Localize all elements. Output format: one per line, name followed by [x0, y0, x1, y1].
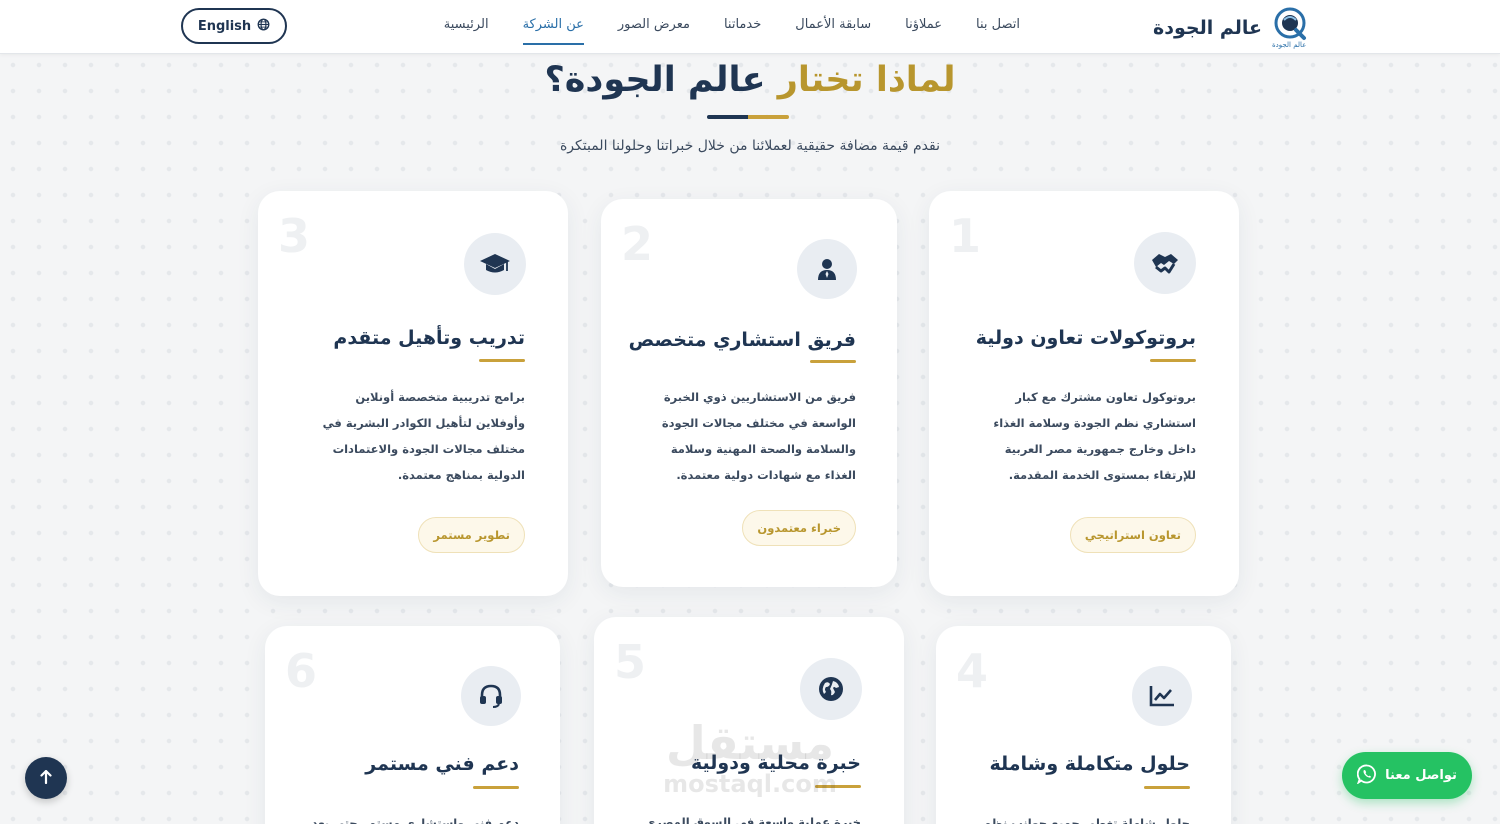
- section-subtitle: نقدم قيمة مضافة حقيقية لعملائنا من خلال …: [559, 138, 941, 154]
- card-description: برامج تدريبية متخصصة أونلاين وأوفلاين لت…: [322, 390, 525, 482]
- whatsapp-icon: [1356, 764, 1377, 788]
- section-title-part1: لماذا تختار: [777, 60, 956, 100]
- card-number: 1: [949, 209, 982, 263]
- card-description: دعم فني واستشاري مستمر حتى بعد اتمام: [311, 816, 519, 824]
- card-title: خبرة محلية ودولية: [691, 752, 861, 774]
- feature-card-4: 4 حلول متكاملة وشاملة حلول شاملة تغطي جم…: [936, 626, 1231, 824]
- feature-card-1: 1 بروتوكولات تعاون دولية بروتوكول تعاون …: [929, 191, 1239, 596]
- globe-icon: [800, 658, 862, 720]
- headset-icon: [461, 666, 521, 726]
- globe-icon: [257, 18, 270, 35]
- nav-about[interactable]: عن الشركة: [522, 0, 585, 54]
- card-title: دعم فني مستمر: [365, 753, 519, 775]
- card-title-underline: [815, 785, 861, 788]
- graduation-cap-icon: [464, 233, 526, 295]
- title-underline: [707, 115, 789, 119]
- nav-home[interactable]: الرئيسية: [444, 0, 489, 54]
- card-title: بروتوكولات تعاون دولية: [975, 327, 1196, 349]
- card-title: تدريب وتأهيل متقدم: [333, 327, 525, 349]
- handshake-icon: [1134, 232, 1196, 294]
- section-title: لماذا تختار عالم الجودة؟: [0, 60, 1500, 100]
- brand-name: عالم الجودة: [1153, 17, 1262, 39]
- nav-portfolio[interactable]: سابقة الأعمال: [795, 0, 871, 54]
- feature-card-6: 6 دعم فني مستمر دعم فني واستشاري مستمر ح…: [265, 626, 560, 824]
- card-title: فريق استشاري متخصص: [628, 329, 856, 351]
- card-description: بروتوكول تعاون مشترك مع كبار استشاري نظم…: [993, 390, 1196, 482]
- card-description: فريق من الاستشاريين ذوي الخبرة الواسعة ف…: [661, 390, 856, 482]
- nav-contact[interactable]: اتصل بنا: [976, 0, 1020, 54]
- card-number: 4: [956, 644, 989, 698]
- card-title-underline: [473, 786, 519, 789]
- card-number: 5: [614, 635, 647, 689]
- arrow-up-icon: [40, 769, 52, 788]
- nav-clients[interactable]: عملاؤنا: [905, 0, 942, 54]
- card-title-underline: [479, 359, 525, 362]
- section-title-part2: عالم الجودة؟: [544, 60, 766, 100]
- card-title-underline: [1144, 786, 1190, 789]
- nav-services[interactable]: خدماتنا: [724, 0, 761, 54]
- whatsapp-contact-button[interactable]: تواصل معنا: [1342, 752, 1472, 799]
- brand-logo-caption: عالم الجودة: [1272, 41, 1307, 49]
- chart-line-icon: [1132, 666, 1192, 726]
- feature-card-3: 3 تدريب وتأهيل متقدم برامج تدريبية متخصص…: [258, 191, 568, 596]
- language-label: English: [197, 18, 252, 34]
- card-title-underline: [1150, 359, 1196, 362]
- card-number: 3: [278, 209, 311, 263]
- brand-logo: عالم الجودة: [1270, 6, 1310, 50]
- nav-gallery[interactable]: معرض الصور: [618, 0, 690, 54]
- card-number: 6: [285, 644, 318, 698]
- whatsapp-label: تواصل معنا: [1385, 768, 1457, 783]
- feature-card-2: 2 فريق استشاري متخصص فريق من الاستشاريين…: [601, 199, 897, 587]
- card-description: خبرة عملية واسعة في السوق المصري: [644, 815, 861, 824]
- scroll-to-top-button[interactable]: [25, 757, 67, 799]
- card-badge: تطوير مستمر: [418, 517, 525, 553]
- card-badge: خبراء معتمدون: [742, 510, 856, 546]
- user-tie-icon: [797, 239, 857, 299]
- card-description: حلول شاملة تغطي جميع جوانب نظم الإدارة: [982, 816, 1190, 824]
- brand[interactable]: عالم الجودة عالم الجودة: [1153, 6, 1310, 50]
- card-title: حلول متكاملة وشاملة: [989, 753, 1191, 775]
- feature-card-5: 5 خبرة محلية ودولية خبرة عملية واسعة في …: [594, 617, 904, 824]
- main-nav: الرئيسية عن الشركة معرض الصور خدماتنا سا…: [444, 0, 1020, 54]
- site-header: عالم الجودة عالم الجودة الرئيسية عن الشر…: [0, 0, 1500, 54]
- language-toggle-button[interactable]: English: [181, 8, 287, 44]
- card-badge: تعاون استراتيجي: [1069, 517, 1196, 553]
- card-number: 2: [621, 217, 654, 271]
- card-title-underline: [810, 360, 856, 363]
